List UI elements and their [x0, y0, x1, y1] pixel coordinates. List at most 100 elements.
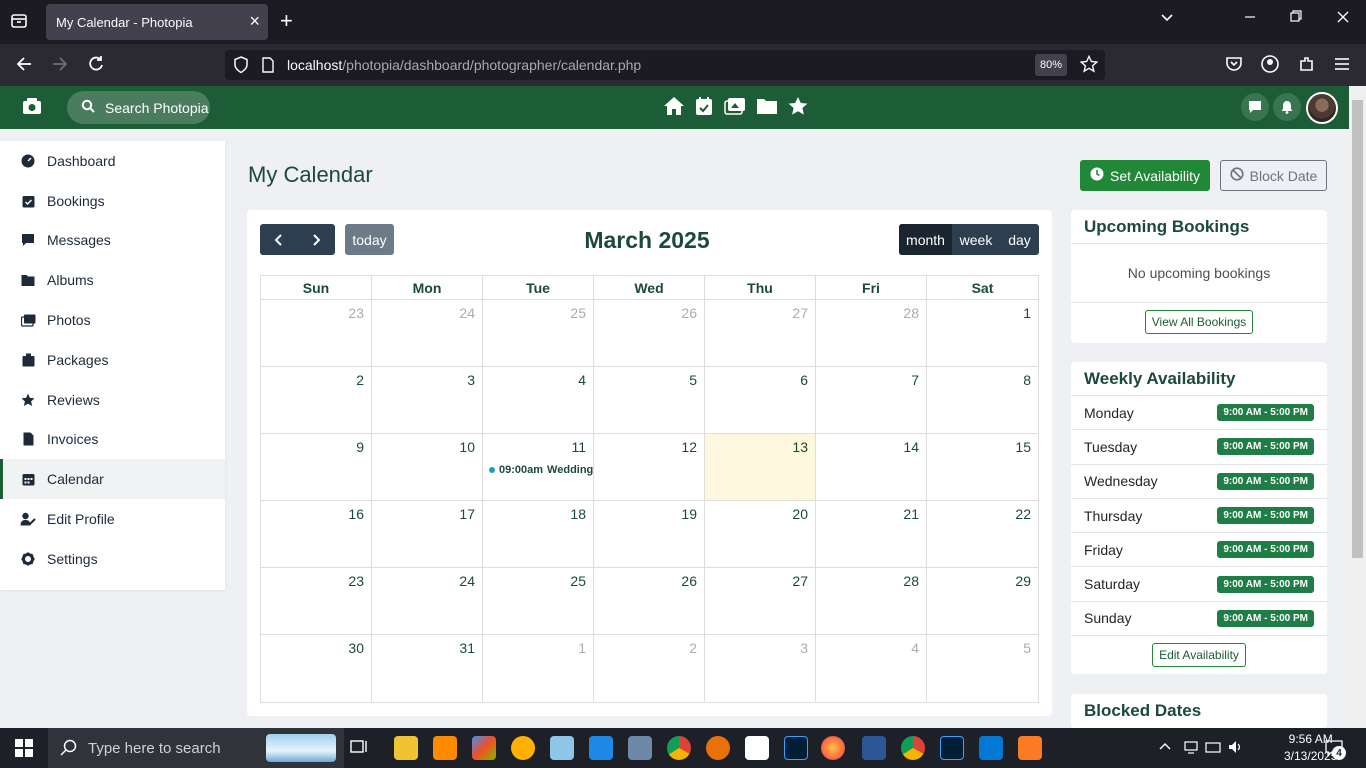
day-number[interactable]: 26: [681, 573, 697, 589]
day-cell[interactable]: 25: [483, 568, 594, 635]
day-number[interactable]: 18: [570, 506, 586, 522]
day-cell[interactable]: 17: [372, 501, 483, 568]
view-day-button[interactable]: day: [1000, 224, 1039, 255]
windows-start-icon[interactable]: [15, 739, 33, 762]
day-number[interactable]: 2: [689, 640, 697, 656]
day-number[interactable]: 8: [1023, 372, 1031, 388]
sidebar-item-packages[interactable]: Packages: [0, 340, 225, 380]
chrome-icon[interactable]: [667, 736, 691, 760]
day-cell-today[interactable]: 13: [705, 434, 816, 501]
calendar-check-icon[interactable]: [695, 96, 713, 121]
browser-tab[interactable]: My Calendar - Photopia ×: [46, 4, 268, 40]
day-number[interactable]: 28: [903, 573, 919, 589]
sidebar-item-settings[interactable]: Settings: [0, 539, 225, 579]
day-cell[interactable]: 3: [705, 635, 816, 702]
minimize-icon[interactable]: [1244, 10, 1256, 29]
pocket-icon[interactable]: [1224, 54, 1244, 78]
wifi-icon[interactable]: [1205, 740, 1221, 759]
scrollbar-thumb[interactable]: [1352, 100, 1363, 558]
file-explorer-icon[interactable]: [394, 736, 418, 760]
chrome-icon[interactable]: [901, 736, 925, 760]
day-cell[interactable]: 19: [594, 501, 705, 568]
day-cell[interactable]: 25: [483, 300, 594, 367]
day-number[interactable]: 16: [348, 506, 364, 522]
set-availability-button[interactable]: Set Availability: [1080, 160, 1210, 191]
home-icon[interactable]: [663, 96, 685, 121]
day-cell[interactable]: 23: [261, 568, 372, 635]
day-cell[interactable]: 24: [372, 300, 483, 367]
day-number[interactable]: 3: [800, 640, 808, 656]
day-number[interactable]: 4: [578, 372, 586, 388]
sidebar-item-bookings[interactable]: Bookings: [0, 181, 225, 221]
day-cell[interactable]: 2: [594, 635, 705, 702]
sidebar-item-invoices[interactable]: Invoices: [0, 420, 225, 460]
app-icon[interactable]: [979, 736, 1003, 760]
day-cell[interactable]: 28: [816, 300, 927, 367]
tray-chevron-icon[interactable]: [1158, 740, 1172, 759]
day-number[interactable]: 2: [356, 372, 364, 388]
day-number[interactable]: 7: [911, 372, 919, 388]
day-number[interactable]: 22: [1015, 506, 1031, 522]
day-cell[interactable]: 4: [483, 367, 594, 434]
url-text[interactable]: localhost/photopia/dashboard/photographe…: [287, 57, 641, 73]
day-number[interactable]: 14: [903, 439, 919, 455]
day-number[interactable]: 25: [570, 305, 586, 321]
day-cell[interactable]: 1: [483, 635, 594, 702]
sidebar-item-calendar[interactable]: Calendar: [0, 459, 225, 500]
sidebar-item-dashboard[interactable]: Dashboard: [0, 141, 225, 181]
sidebar-item-photos[interactable]: Photos: [0, 300, 225, 340]
day-cell[interactable]: 27: [705, 568, 816, 635]
close-window-icon[interactable]: [1336, 10, 1350, 29]
day-cell[interactable]: 7: [816, 367, 927, 434]
day-number[interactable]: 31: [459, 640, 475, 656]
logo-camera-icon[interactable]: [22, 96, 42, 121]
day-cell[interactable]: 8: [927, 367, 1038, 434]
day-cell[interactable]: 26: [594, 568, 705, 635]
folder-icon[interactable]: [756, 96, 778, 121]
xampp-icon[interactable]: [1018, 736, 1042, 760]
bell-icon[interactable]: [1273, 93, 1301, 121]
day-cell[interactable]: 5: [594, 367, 705, 434]
account-icon[interactable]: [1260, 54, 1280, 78]
view-month-button[interactable]: month: [899, 224, 952, 255]
day-number[interactable]: 1: [578, 640, 586, 656]
day-cell[interactable]: 29: [927, 568, 1038, 635]
day-number[interactable]: 12: [681, 439, 697, 455]
restore-icon[interactable]: [1290, 10, 1302, 29]
block-date-button[interactable]: Block Date: [1220, 160, 1327, 191]
day-cell[interactable]: 5: [927, 635, 1038, 702]
network-icon[interactable]: [1183, 740, 1199, 759]
view-all-bookings-button[interactable]: View All Bookings: [1144, 310, 1254, 334]
search-button[interactable]: Search Photopia: [67, 91, 210, 124]
sublime-text-icon[interactable]: [433, 736, 457, 760]
sidebar-item-reviews[interactable]: Reviews: [0, 380, 225, 420]
view-week-button[interactable]: week: [952, 224, 1000, 255]
day-cell[interactable]: 11 09:00am Wedding: [483, 434, 594, 501]
next-month-button[interactable]: [298, 224, 336, 255]
day-number[interactable]: 13: [792, 439, 808, 455]
day-number[interactable]: 25: [570, 573, 586, 589]
extensions-icon[interactable]: [1297, 54, 1317, 78]
day-number[interactable]: 24: [459, 305, 475, 321]
messages-icon[interactable]: [1241, 93, 1269, 121]
day-cell[interactable]: 18: [483, 501, 594, 568]
day-number[interactable]: 3: [467, 372, 475, 388]
day-cell[interactable]: 22: [927, 501, 1038, 568]
shield-icon[interactable]: [233, 56, 249, 79]
day-number[interactable]: 6: [800, 372, 808, 388]
microphone-icon[interactable]: [706, 736, 730, 760]
day-cell[interactable]: 10: [372, 434, 483, 501]
day-number[interactable]: 23: [348, 305, 364, 321]
sidebar-item-messages[interactable]: Messages: [0, 221, 225, 261]
day-cell[interactable]: 14: [816, 434, 927, 501]
day-cell[interactable]: 31: [372, 635, 483, 702]
day-cell[interactable]: 23: [261, 300, 372, 367]
day-number[interactable]: 21: [903, 506, 919, 522]
close-tab-icon[interactable]: ×: [249, 12, 260, 30]
page-scrollbar[interactable]: [1349, 86, 1366, 728]
day-number[interactable]: 24: [459, 573, 475, 589]
notifications-icon[interactable]: 4: [1324, 738, 1346, 763]
day-number[interactable]: 15: [1015, 439, 1031, 455]
day-cell[interactable]: 24: [372, 568, 483, 635]
day-number[interactable]: 28: [903, 305, 919, 321]
